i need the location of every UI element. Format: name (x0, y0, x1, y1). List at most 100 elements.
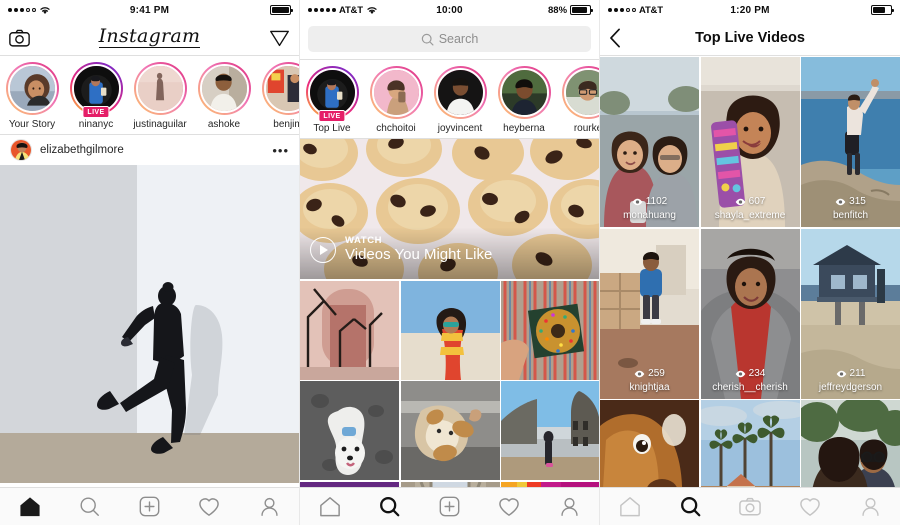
viewer-count-value: 607 (748, 196, 766, 207)
tab-activity[interactable] (189, 492, 229, 522)
live-stories-tray[interactable]: LIVE Top Live chchoitoi joyvincent heybe… (300, 60, 599, 139)
hero-kicker: WATCH (345, 235, 383, 247)
status-right (169, 5, 294, 15)
story-avatar (435, 68, 485, 117)
direct-share-icon[interactable] (269, 28, 290, 48)
live-video-card[interactable]: 211 jeffreydgerson (801, 228, 900, 399)
story-item[interactable]: LIVE ninanyc (64, 62, 128, 130)
app-logo: Instagram (98, 24, 201, 49)
bottom-tab-bar[interactable] (0, 487, 299, 525)
explore-grid-cell[interactable] (501, 280, 599, 380)
live-video-username: monahuang (623, 210, 676, 221)
phone-screen-top-live: AT&T 1:20 PM Top Live Videos 1102 monahu… (600, 0, 900, 525)
story-avatar (563, 68, 599, 117)
eye-icon (735, 198, 746, 206)
live-video-card[interactable]: 234 cherish__cherish (700, 228, 800, 399)
post-photo[interactable] (0, 165, 299, 483)
avatar[interactable] (10, 139, 32, 161)
story-label: joyvincent (437, 123, 483, 134)
tab-search[interactable] (670, 492, 710, 522)
carrier-label: AT&T (639, 4, 663, 16)
story-ring (497, 66, 551, 119)
story-avatar (135, 64, 185, 113)
story-item[interactable]: chchoitoi (364, 66, 428, 134)
tab-search[interactable] (370, 492, 410, 522)
status-bar: AT&T 10:00 88% (300, 0, 599, 20)
tab-activity[interactable] (790, 492, 830, 522)
live-video-card[interactable]: 607 shayla_extreme (700, 57, 800, 227)
stories-tray[interactable]: Your Story LIVE ninanyc justinaguilar as… (0, 56, 299, 135)
search-input[interactable]: Search (308, 26, 591, 52)
story-item[interactable]: Your Story (0, 62, 64, 130)
tab-profile[interactable] (549, 492, 589, 522)
battery-icon (570, 5, 594, 15)
status-bar: AT&T 1:20 PM (600, 0, 900, 20)
status-right: 88% (463, 5, 594, 16)
live-video-card[interactable]: 259 knightjaa (600, 228, 699, 399)
story-item[interactable]: joyvincent (428, 66, 492, 134)
battery-icon (270, 5, 294, 15)
explore-grid-cell[interactable] (501, 381, 599, 480)
tab-profile[interactable] (249, 492, 289, 522)
camera-icon[interactable] (9, 29, 30, 47)
carrier-label: AT&T (339, 4, 363, 16)
status-left (8, 5, 130, 15)
story-ring (261, 62, 299, 115)
viewer-count: 1102 (600, 197, 699, 207)
search-bar[interactable]: Search (300, 20, 599, 60)
phone-screen-feed: 9:41 PM Instagram Your Story LIVE ninany… (0, 0, 300, 525)
live-video-card[interactable]: 315 benfitch (801, 57, 900, 227)
live-video-username: shayla_extreme (714, 210, 786, 221)
live-video-card[interactable]: 1102 monahuang (600, 57, 699, 227)
explore-grid-cell[interactable] (400, 280, 500, 380)
status-left: AT&T (608, 5, 730, 16)
tab-home[interactable] (10, 492, 50, 522)
viewer-count-value: 259 (648, 367, 665, 379)
story-label: chchoitoi (376, 123, 416, 134)
bottom-tab-bar[interactable] (600, 487, 900, 525)
story-item[interactable]: LIVE Top Live (300, 66, 364, 134)
play-icon[interactable] (310, 237, 336, 263)
tab-home[interactable] (610, 492, 650, 522)
story-ring (5, 62, 59, 115)
status-time: 10:00 (436, 4, 463, 16)
status-bar: 9:41 PM (0, 0, 299, 20)
signal-strength-icon (8, 8, 36, 12)
viewer-count: 315 (801, 197, 900, 207)
bottom-tab-bar[interactable] (300, 487, 599, 525)
explore-hero-video-card[interactable]: WATCH Videos You Might Like (300, 139, 599, 279)
story-avatar (199, 64, 249, 113)
story-item[interactable]: benjim (256, 62, 299, 130)
explore-grid-cell[interactable] (300, 280, 399, 380)
tab-profile[interactable] (850, 492, 890, 522)
story-item[interactable]: rourke (556, 66, 599, 134)
viewer-count-value: 315 (849, 196, 866, 207)
live-video-username: cherish__cherish (712, 381, 788, 393)
tab-home[interactable] (310, 492, 350, 522)
tab-add[interactable] (129, 492, 169, 522)
story-ring (369, 66, 423, 119)
tab-camera[interactable] (730, 492, 770, 522)
top-live-grid[interactable]: 1102 monahuang 607 shayla_extreme 315 be… (600, 57, 900, 505)
live-video-meta: 234 cherish__cherish (701, 368, 800, 393)
post-username[interactable]: elizabethgilmore (40, 144, 264, 156)
tab-add[interactable] (429, 492, 469, 522)
story-item[interactable]: heyberna (492, 66, 556, 134)
viewer-count: 259 (600, 367, 699, 379)
more-options-icon[interactable]: ••• (272, 144, 289, 157)
story-item[interactable]: ashoke (192, 62, 256, 130)
viewer-count: 234 (701, 368, 800, 379)
explore-grid-cell[interactable] (300, 381, 399, 480)
chevron-left-icon[interactable] (609, 28, 622, 48)
story-label: Your Story (8, 119, 56, 130)
explore-grid-cell[interactable] (400, 381, 500, 480)
story-label: benjim (273, 119, 299, 130)
live-video-username: benfitch (832, 210, 869, 221)
status-time: 9:41 PM (129, 4, 170, 16)
tab-activity[interactable] (489, 492, 529, 522)
tab-search[interactable] (70, 492, 110, 522)
live-video-meta: 315 benfitch (801, 197, 900, 222)
app-nav-bar: Instagram (0, 20, 299, 56)
viewer-count-value: 1102 (645, 196, 668, 207)
story-item[interactable]: justinaguilar (128, 62, 192, 130)
